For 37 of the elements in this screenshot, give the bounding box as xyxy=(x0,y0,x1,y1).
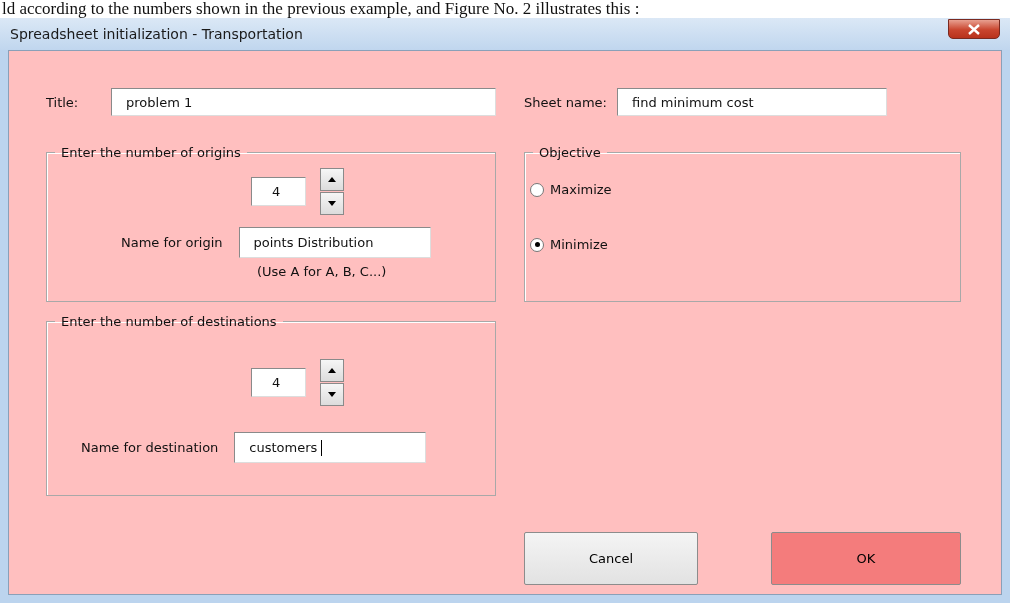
field-value: customers xyxy=(249,440,318,455)
sheet-name-label: Sheet name: xyxy=(524,94,607,110)
spin-up-button[interactable] xyxy=(320,359,344,382)
field-value: points Distribution xyxy=(253,235,374,250)
radio-option[interactable]: Minimize xyxy=(530,237,960,252)
close-icon xyxy=(968,23,980,35)
ok-button[interactable]: OK xyxy=(771,532,961,585)
count-field[interactable]: 4 xyxy=(251,368,306,397)
title-field[interactable]: problem 1 xyxy=(111,88,496,116)
group-legend: Enter the number of destinations xyxy=(55,314,283,329)
group-legend: Objective xyxy=(533,145,607,160)
text-cursor xyxy=(321,439,323,456)
spin-down-button[interactable] xyxy=(320,383,344,406)
radio-option[interactable]: Maximize xyxy=(530,182,960,197)
radio-button[interactable] xyxy=(530,182,544,197)
name-label: Name for destination xyxy=(81,440,219,455)
up-triangle-icon xyxy=(328,368,336,373)
spin-up-button[interactable] xyxy=(320,168,344,191)
name-field[interactable]: points Distribution xyxy=(238,227,431,258)
name-label: Name for origin xyxy=(121,235,223,250)
count-field[interactable]: 4 xyxy=(251,177,306,206)
radio-button[interactable] xyxy=(530,237,544,252)
up-triangle-icon xyxy=(328,177,336,182)
radio-label: Minimize xyxy=(550,237,608,252)
group-legend: Enter the number of origins xyxy=(55,145,247,160)
name-field[interactable]: customers xyxy=(234,432,427,463)
cancel-button[interactable]: Cancel xyxy=(524,532,698,585)
down-triangle-icon xyxy=(328,392,336,397)
hint-text: (Use A for A, B, C...) xyxy=(257,264,388,279)
down-triangle-icon xyxy=(328,201,336,206)
document-text: ld according to the numbers shown in the previous example, and Figure No. 2 illustrates this : xyxy=(1,0,641,18)
title-label: Title: xyxy=(46,94,80,110)
spin-down-button[interactable] xyxy=(320,192,344,215)
close-button[interactable] xyxy=(948,19,1000,39)
radio-label: Maximize xyxy=(550,182,612,197)
sheet-name-field[interactable]: find minimum cost xyxy=(616,88,887,116)
window-title: Spreadsheet initialization - Transportation xyxy=(10,26,303,42)
